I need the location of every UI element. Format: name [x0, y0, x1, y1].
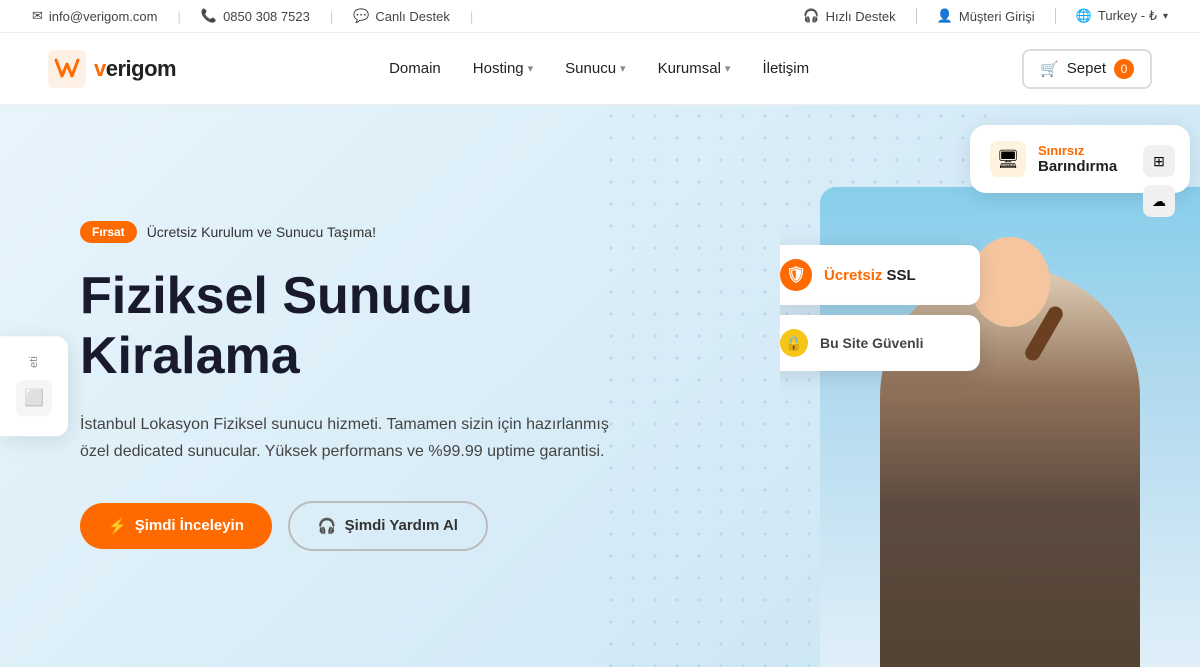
nav-hosting[interactable]: Hosting ▾ — [473, 60, 533, 77]
chevron-down-icon: ▾ — [1163, 11, 1168, 22]
side-card: eti ⬜ — [0, 336, 68, 436]
cart-badge: 0 — [1114, 59, 1134, 79]
phone-text: 0850 308 7523 — [223, 9, 310, 24]
ssl-card-wrapper: 🛡 Ücretsiz SSL — [780, 245, 980, 305]
country-text: Turkey - ₺ — [1098, 8, 1157, 24]
nav-kurumsal-label: Kurumsal — [658, 60, 721, 77]
yardim-button[interactable]: 🎧 Şimdi Yardım Al — [288, 501, 488, 551]
customer-login-item[interactable]: 👤 Müşteri Girişi — [937, 8, 1035, 24]
yardim-icon: 🎧 — [318, 517, 337, 535]
panel-icon: 🖥 — [990, 141, 1026, 177]
country-item[interactable]: 🌐 Turkey - ₺ ▾ — [1076, 8, 1168, 24]
safe-text: Bu Site Güvenli — [820, 335, 923, 351]
sunucu-chevron-icon: ▾ — [620, 62, 626, 75]
navbar: verigom Domain Hosting ▾ Sunucu ▾ Kurums… — [0, 33, 1200, 105]
right-divider-1 — [916, 8, 917, 24]
inceleyin-button[interactable]: ⚡ Şimdi İnceleyin — [80, 503, 272, 549]
hero-section: eti ⬜ Fırsat Ücretsiz Kurulum ve Sunucu … — [0, 105, 1200, 667]
live-support-text: Canlı Destek — [375, 9, 449, 24]
nav-hosting-label: Hosting — [473, 60, 524, 77]
chat-icon: 💬 — [353, 8, 369, 24]
right-divider-2 — [1055, 8, 1056, 24]
logo-text: verigom — [94, 56, 176, 82]
nav-actions: 🛒 Sepet 0 — [1022, 49, 1152, 89]
user-icon: 👤 — [937, 8, 953, 24]
phone-item[interactable]: 📞 0850 308 7523 — [201, 8, 310, 24]
safe-icon: 🔒 — [780, 329, 808, 357]
hero-buttons: ⚡ Şimdi İnceleyin 🎧 Şimdi Yardım Al — [80, 501, 620, 551]
panel-card: 🖥 Sınırsız Barındırma ⊞ ☁ — [970, 125, 1190, 193]
grid-icon[interactable]: ⊞ — [1143, 145, 1175, 177]
ssl-text: Ücretsiz SSL — [824, 267, 916, 284]
hero-title: Fiziksel Sunucu Kiralama — [80, 267, 620, 387]
panel-main-text: Barındırma — [1038, 158, 1117, 175]
nav-links: Domain Hosting ▾ Sunucu ▾ Kurumsal ▾ İle… — [389, 60, 809, 77]
nav-kurumsal[interactable]: Kurumsal ▾ — [658, 60, 731, 77]
ssl-icon: 🛡 — [780, 259, 812, 291]
hosting-chevron-icon: ▾ — [528, 62, 534, 75]
server-icon: 🖥 — [997, 149, 1020, 170]
hero-content: Fırsat Ücretsiz Kurulum ve Sunucu Taşıma… — [0, 161, 700, 611]
cloud-icon[interactable]: ☁ — [1143, 185, 1175, 217]
yardim-label: Şimdi Yardım Al — [345, 517, 458, 534]
badge-text: Ücretsiz Kurulum ve Sunucu Taşıma! — [147, 224, 376, 240]
hero-description: İstanbul Lokasyon Fiziksel sunucu hizmet… — [80, 411, 620, 465]
safe-card: 🔒 Bu Site Güvenli — [780, 315, 980, 371]
logo-svg-icon — [48, 50, 86, 88]
email-icon: ✉ — [32, 8, 43, 24]
promo-badge: Fırsat Ücretsiz Kurulum ve Sunucu Taşıma… — [80, 221, 376, 243]
ssl-card: 🛡 Ücretsiz SSL — [780, 245, 980, 305]
customer-login-text: Müşteri Girişi — [959, 9, 1035, 24]
topbar-left: ✉ info@verigom.com | 📞 0850 308 7523 | 💬… — [32, 8, 473, 24]
side-icon-1[interactable]: ⬜ — [16, 380, 52, 416]
hero-image-area: 🖥 Sınırsız Barındırma ⊞ ☁ — [780, 105, 1200, 667]
quick-support-text: Hızlı Destek — [826, 9, 896, 24]
card-actions: ⊞ ☁ — [1143, 145, 1175, 217]
flag-icon: 🌐 — [1076, 8, 1092, 24]
side-label-text: eti — [28, 356, 40, 368]
nav-domain-label: Domain — [389, 60, 441, 77]
nav-sunucu[interactable]: Sunucu ▾ — [565, 60, 625, 77]
divider-3: | — [470, 9, 473, 24]
email-item[interactable]: ✉ info@verigom.com — [32, 8, 157, 24]
topbar: ✉ info@verigom.com | 📞 0850 308 7523 | 💬… — [0, 0, 1200, 33]
kurumsal-chevron-icon: ▾ — [725, 62, 731, 75]
cart-label: Sepet — [1067, 60, 1106, 77]
divider-1: | — [177, 9, 180, 24]
live-support-item[interactable]: 💬 Canlı Destek — [353, 8, 450, 24]
inceleyin-label: Şimdi İnceleyin — [135, 517, 244, 534]
cart-icon: 🛒 — [1040, 60, 1059, 78]
nav-iletisim[interactable]: İletişim — [762, 60, 809, 77]
inceleyin-icon: ⚡ — [108, 517, 127, 535]
divider-2: | — [330, 9, 333, 24]
logo[interactable]: verigom — [48, 50, 176, 88]
panel-text: Sınırsız Barındırma — [1038, 143, 1117, 175]
phone-icon: 📞 — [201, 8, 217, 24]
email-text: info@verigom.com — [49, 9, 158, 24]
nav-sunucu-label: Sunucu — [565, 60, 616, 77]
nav-iletisim-label: İletişim — [762, 60, 809, 77]
cart-button[interactable]: 🛒 Sepet 0 — [1022, 49, 1152, 89]
badge-label: Fırsat — [80, 221, 137, 243]
topbar-right: 🎧 Hızlı Destek 👤 Müşteri Girişi 🌐 Turkey… — [803, 8, 1168, 24]
quick-support-item[interactable]: 🎧 Hızlı Destek — [803, 8, 895, 24]
panel-top-text: Sınırsız — [1038, 143, 1117, 158]
safe-card-wrapper: 🔒 Bu Site Güvenli — [780, 315, 980, 371]
headset-icon: 🎧 — [803, 8, 819, 24]
nav-domain[interactable]: Domain — [389, 60, 441, 77]
